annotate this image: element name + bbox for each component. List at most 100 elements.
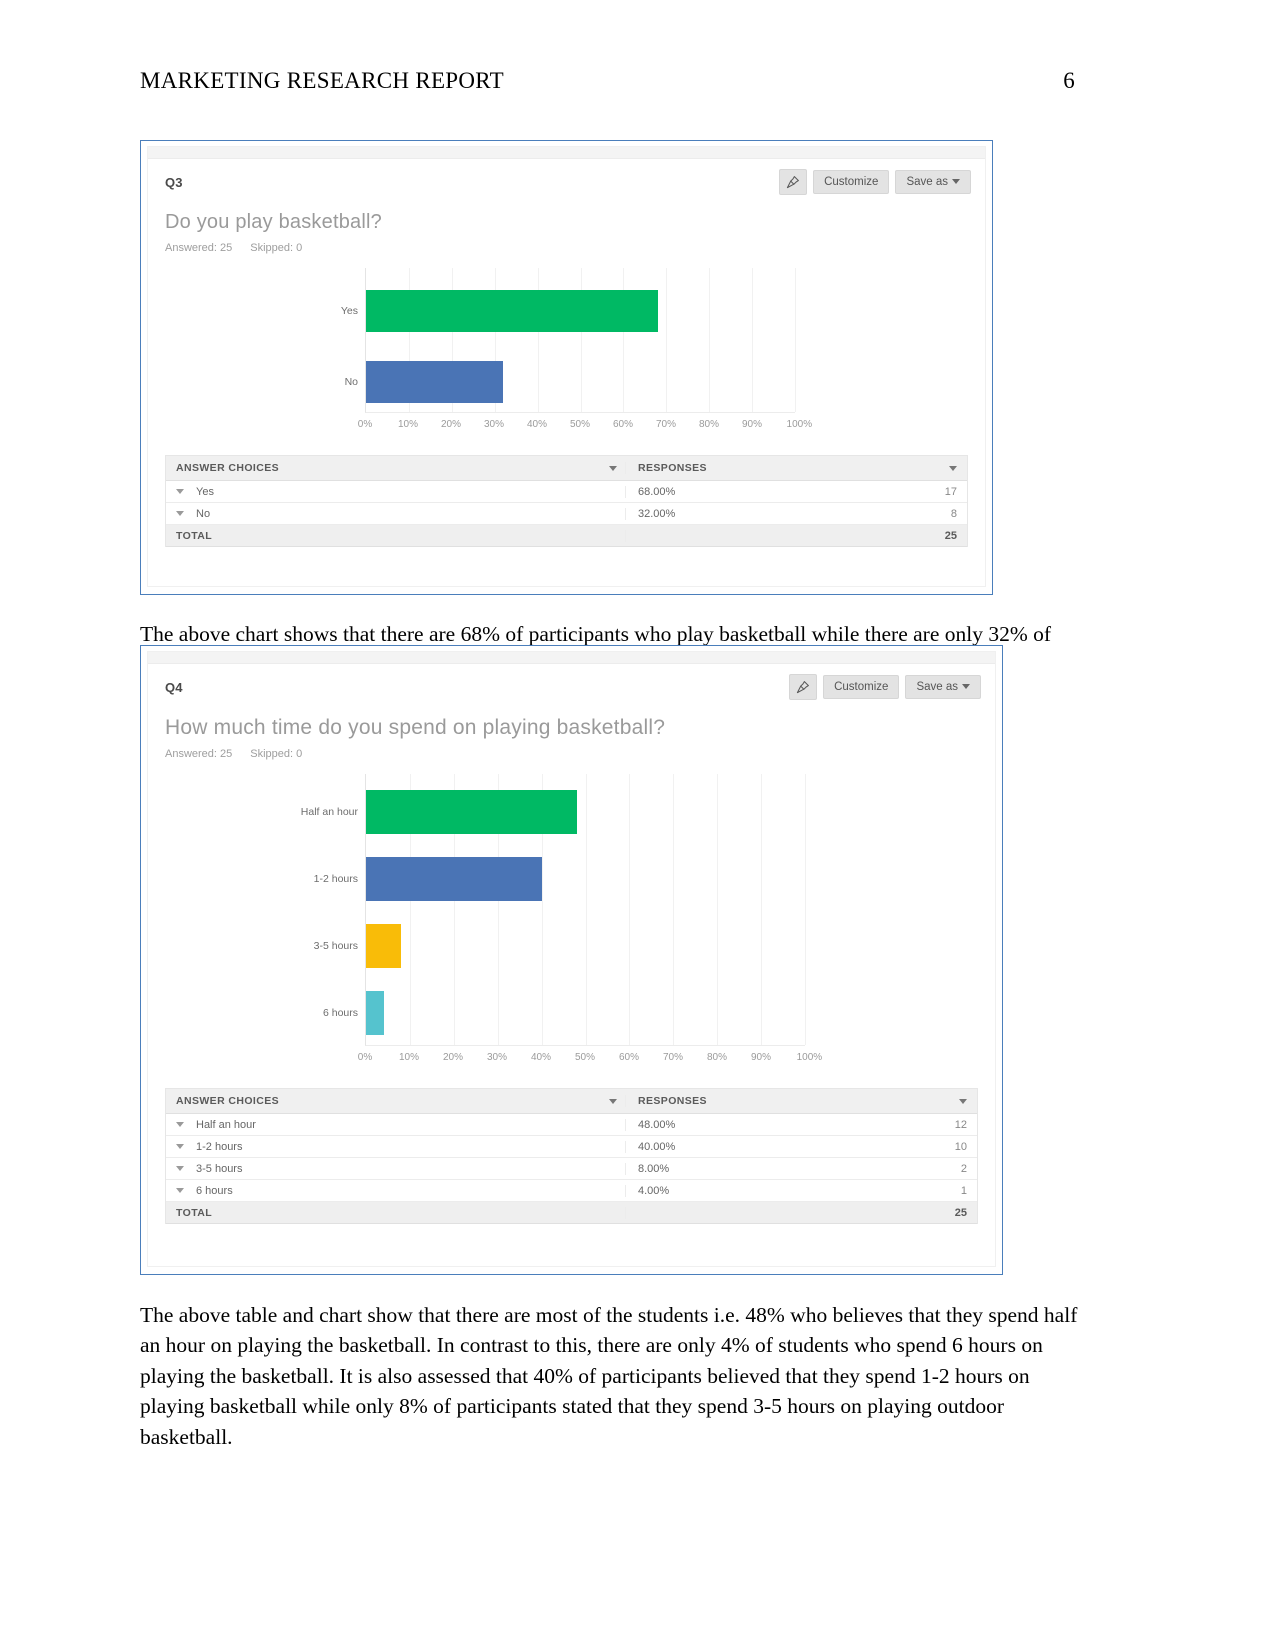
response-percent: 32.00% xyxy=(638,507,676,520)
table-row: Half an hour 48.00% 12 xyxy=(166,1114,977,1136)
column-header-responses[interactable]: RESPONSES xyxy=(626,1095,977,1107)
survey-result-panel-q4: Q4 Customize Save as How much time do yo… xyxy=(140,645,1003,1275)
bar-category-label: Yes xyxy=(340,305,358,317)
panel-actions-q3: Customize Save as xyxy=(779,169,971,195)
response-count: 2 xyxy=(960,1162,967,1175)
row-choice-cell: 3-5 hours xyxy=(166,1162,626,1175)
table-row: 1-2 hours 40.00% 10 xyxy=(166,1136,977,1158)
panel-inner-q4: Q4 Customize Save as How much time do yo… xyxy=(148,652,995,1266)
bar-category-label: No xyxy=(344,376,358,388)
answer-choices-label: ANSWER CHOICES xyxy=(176,462,280,474)
chevron-down-icon[interactable] xyxy=(176,489,184,494)
response-percent: 8.00% xyxy=(638,1162,670,1175)
chart-plot-container-q4: Half an hour 1-2 hours 3-5 hours 6 hours… xyxy=(301,774,822,1070)
answer-choices-label: ANSWER CHOICES xyxy=(176,1095,280,1107)
response-count: 12 xyxy=(954,1118,967,1131)
chart-area-q4: Half an hour 1-2 hours 3-5 hours 6 hours… xyxy=(148,774,995,1070)
row-choice-cell: Yes xyxy=(166,485,626,498)
save-as-button[interactable]: Save as xyxy=(895,169,971,195)
gridline xyxy=(795,268,796,412)
panel-actions-q4: Customize Save as xyxy=(789,674,981,700)
customize-button[interactable]: Customize xyxy=(823,674,900,700)
chevron-down-icon[interactable] xyxy=(959,1098,967,1104)
responses-label: RESPONSES xyxy=(638,1095,707,1107)
save-as-label: Save as xyxy=(916,680,958,693)
panel-header-q3: Q3 Customize Save as xyxy=(148,159,985,199)
x-tick: 30% xyxy=(483,419,505,430)
x-tick: 30% xyxy=(486,1052,508,1063)
row-choice-cell: 1-2 hours xyxy=(166,1140,626,1153)
row-response-cell: 68.00% 17 xyxy=(626,486,967,498)
chevron-down-icon[interactable] xyxy=(176,1166,184,1171)
panel-inner-q3: Q3 Customize Save as Do you play basketb… xyxy=(148,147,985,586)
running-head: MARKETING RESEARCH REPORT 6 xyxy=(140,68,1075,94)
choice-label: No xyxy=(196,507,211,520)
bar-category-label: Half an hour xyxy=(300,806,358,818)
total-label: TOTAL xyxy=(176,1206,213,1219)
x-tick: 50% xyxy=(574,1052,596,1063)
column-header-answer-choices[interactable]: ANSWER CHOICES xyxy=(166,1095,626,1107)
response-count: 8 xyxy=(950,507,957,520)
customize-button[interactable]: Customize xyxy=(813,169,890,195)
gridline xyxy=(805,774,806,1045)
bar-no xyxy=(366,361,504,403)
bar-category-label: 1-2 hours xyxy=(313,873,358,885)
panel-top-strip xyxy=(148,652,995,664)
chart-plot-q3: Yes No xyxy=(341,268,796,413)
document-page: MARKETING RESEARCH REPORT 6 Q3 Customize… xyxy=(0,0,1275,1651)
chart-area-q3: Yes No 0% 10% 20% 30% 40% 50% 60% 70% 80… xyxy=(148,268,985,437)
x-tick: 20% xyxy=(440,419,462,430)
choice-label: 6 hours xyxy=(196,1184,233,1197)
response-count: 10 xyxy=(954,1140,967,1153)
choice-label: Half an hour xyxy=(196,1118,256,1131)
chevron-down-icon[interactable] xyxy=(949,465,957,471)
survey-result-panel-q3: Q3 Customize Save as Do you play basketb… xyxy=(140,140,993,595)
response-count: 1 xyxy=(960,1184,967,1197)
total-label: TOTAL xyxy=(176,529,213,542)
chevron-down-icon[interactable] xyxy=(176,1188,184,1193)
question-text-q3: Do you play basketball? xyxy=(165,211,382,233)
pin-icon[interactable] xyxy=(789,674,818,700)
question-text-q4: How much time do you spend on playing ba… xyxy=(165,716,666,739)
chevron-down-icon[interactable] xyxy=(176,1144,184,1149)
chevron-down-icon[interactable] xyxy=(176,511,184,516)
row-choice-cell: 6 hours xyxy=(166,1184,626,1197)
chevron-down-icon[interactable] xyxy=(176,1122,184,1127)
x-tick: 0% xyxy=(357,419,373,430)
total-count: 25 xyxy=(944,529,957,542)
total-label-cell: TOTAL xyxy=(166,529,626,542)
column-header-answer-choices[interactable]: ANSWER CHOICES xyxy=(166,462,626,474)
column-header-responses[interactable]: RESPONSES xyxy=(626,462,967,474)
table-header-row: ANSWER CHOICES RESPONSES xyxy=(166,456,967,481)
response-percent: 48.00% xyxy=(638,1118,676,1131)
chevron-down-icon[interactable] xyxy=(609,465,617,471)
x-tick: 70% xyxy=(662,1052,684,1063)
skipped-count: Skipped: 0 xyxy=(250,748,303,760)
responses-table-q3: ANSWER CHOICES RESPONSES Yes 68.00% 17 N… xyxy=(165,455,968,547)
chevron-down-icon xyxy=(952,179,960,185)
responses-table-q4: ANSWER CHOICES RESPONSES Half an hour 48 xyxy=(165,1088,978,1224)
bar-row: Yes xyxy=(341,290,795,332)
question-number-label: Q4 xyxy=(165,679,183,695)
total-count: 25 xyxy=(954,1206,967,1219)
row-choice-cell: Half an hour xyxy=(166,1118,626,1131)
panel-top-strip xyxy=(148,147,985,159)
response-count: 17 xyxy=(944,485,957,498)
x-tick: 40% xyxy=(530,1052,552,1063)
panel-header-q4: Q4 Customize Save as xyxy=(148,664,995,704)
bar-3-5-hours xyxy=(366,924,402,968)
save-as-button[interactable]: Save as xyxy=(905,674,981,700)
table-total-row: TOTAL 25 xyxy=(166,1202,977,1224)
table-header-row: ANSWER CHOICES RESPONSES xyxy=(166,1089,977,1114)
responses-label: RESPONSES xyxy=(638,462,707,474)
bar-category-label: 6 hours xyxy=(322,1007,358,1019)
row-response-cell: 8.00% 2 xyxy=(626,1163,977,1175)
x-tick: 80% xyxy=(706,1052,728,1063)
choice-label: 1-2 hours xyxy=(196,1140,243,1153)
choice-label: 3-5 hours xyxy=(196,1162,243,1175)
pin-icon[interactable] xyxy=(779,169,808,195)
choice-label: Yes xyxy=(196,485,214,498)
chevron-down-icon[interactable] xyxy=(609,1098,617,1104)
chart-plot-q4: Half an hour 1-2 hours 3-5 hours 6 hours xyxy=(301,774,806,1046)
page-number: 6 xyxy=(1063,68,1075,93)
